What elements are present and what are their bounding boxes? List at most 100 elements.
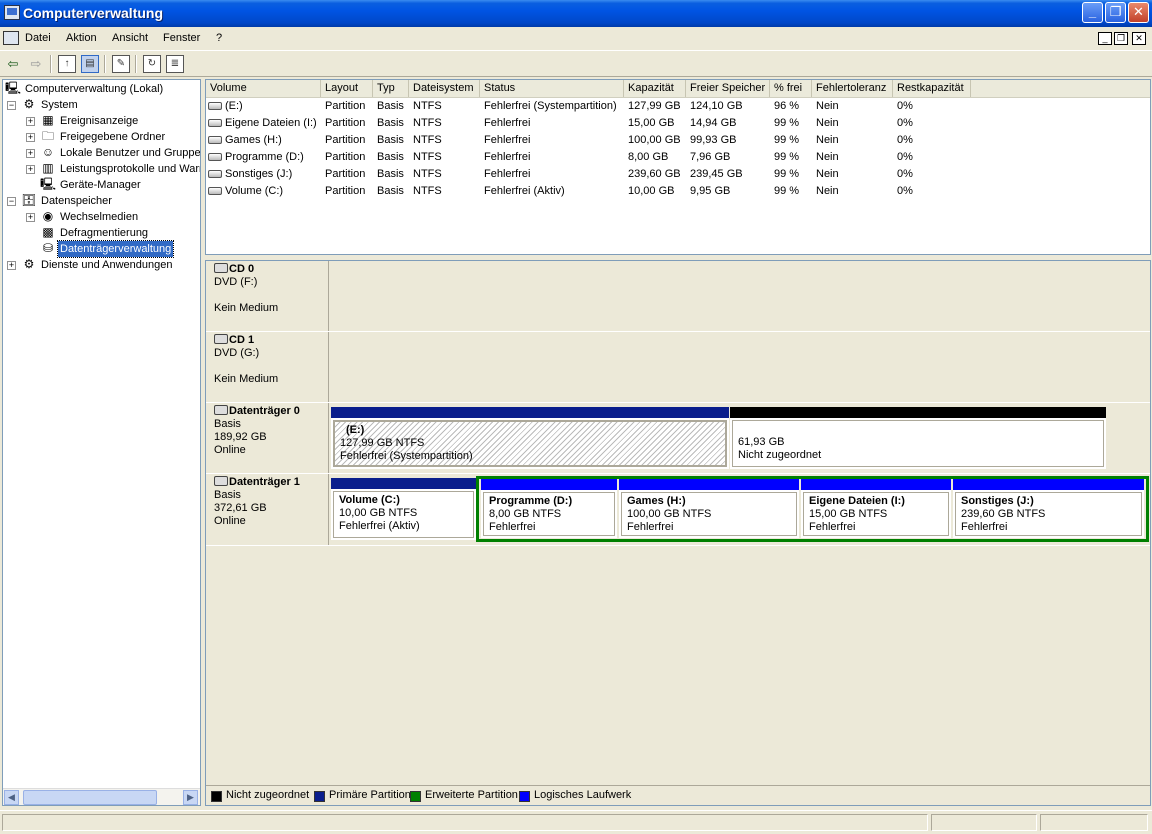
disk-label-cd0[interactable]: CD 0 DVD (F:) Kein Medium <box>206 261 329 331</box>
table-row[interactable]: (E:) Partition Basis NTFS Fehlerfrei (System… <box>206 98 1150 115</box>
menu-aktion[interactable]: Aktion <box>66 32 97 44</box>
column-header[interactable]: Status <box>480 80 624 97</box>
partition-i[interactable]: Eigene Dateien (I:) 15,00 GB NTFS Fehler… <box>801 479 951 538</box>
disk-info-line: Kein Medium <box>214 373 279 385</box>
expand-icon[interactable]: + <box>26 149 35 158</box>
disk-label-cd1[interactable]: CD 1 DVD (G:) Kein Medium <box>206 332 329 402</box>
column-header[interactable]: Restkapazität <box>893 80 971 97</box>
partition-e[interactable]: (E:) 127,99 GB NTFS Fehlerfrei (Systempa… <box>331 407 729 469</box>
expand-icon[interactable]: + <box>7 261 16 270</box>
column-header[interactable]: % frei <box>770 80 812 97</box>
disk-name: Datenträger 1 <box>229 476 300 488</box>
refresh-icon[interactable]: ↻ <box>143 55 161 73</box>
expand-icon[interactable]: + <box>26 117 35 126</box>
table-cell: Basis <box>377 168 404 180</box>
table-row[interactable]: Eigene Dateien (I:) Partition Basis NTFS Feh… <box>206 115 1150 132</box>
toolbar: ⇦ ⇨ ↑ ▤ ✎ ↻ ≣ <box>0 52 1152 77</box>
expand-icon[interactable]: + <box>26 165 35 174</box>
menu-ansicht[interactable]: Ansicht <box>112 32 148 44</box>
disk-row-disk1[interactable]: Datenträger 1 Basis 372,61 GB Online Vol… <box>206 474 1150 546</box>
table-cell: Partition <box>325 168 366 180</box>
disk-label-disk1[interactable]: Datenträger 1 Basis 372,61 GB Online <box>206 474 329 545</box>
disk-info-line: Kein Medium <box>214 302 279 314</box>
up-folder-icon[interactable]: ↑ <box>58 55 76 73</box>
column-header[interactable]: Dateisystem <box>409 80 480 97</box>
child-minimize-button[interactable]: _ <box>1098 32 1112 45</box>
child-restore-button[interactable]: ❐ <box>1114 32 1128 45</box>
volume-cell: (E:) <box>208 98 319 115</box>
partition-status: Fehlerfrei (Systempartition) <box>340 450 473 462</box>
title-bar[interactable]: Computerverwaltung _ ❐ ✕ <box>0 0 1152 27</box>
partition-j[interactable]: Sonstiges (J:) 239,60 GB NTFS Fehlerfrei <box>953 479 1144 538</box>
disk-info-line: DVD (G:) <box>214 347 260 359</box>
table-cell: Partition <box>325 134 366 146</box>
legend-swatch-unallocated <box>211 791 222 802</box>
disk-name: CD 1 <box>229 334 255 346</box>
scrollbar-thumb[interactable] <box>23 790 157 805</box>
collapse-icon[interactable]: − <box>7 101 16 110</box>
minimize-button[interactable]: _ <box>1082 2 1103 23</box>
column-header[interactable]: Layout <box>321 80 373 97</box>
shared-folder-icon: 🗀 <box>41 129 54 143</box>
disk-row-disk0[interactable]: Datenträger 0 Basis 189,92 GB Online (E:… <box>206 403 1150 474</box>
table-cell: 0% <box>897 151 913 163</box>
table-cell: Fehlerfrei (Systempartition) <box>484 100 617 112</box>
column-header[interactable]: Volume <box>206 80 321 97</box>
table-row[interactable]: Programme (D:) Partition Basis NTFS Fehlerfr… <box>206 149 1150 166</box>
disk-label-disk0[interactable]: Datenträger 0 Basis 189,92 GB Online <box>206 403 329 473</box>
partition-c[interactable]: Volume (C:) 10,00 GB NTFS Fehlerfrei (Ak… <box>331 478 476 540</box>
column-header[interactable]: Freier Speicher <box>686 80 770 97</box>
table-cell: Nein <box>816 168 839 180</box>
unallocated-space[interactable]: 61,93 GB Nicht zugeordnet <box>730 407 1106 469</box>
properties-icon[interactable]: ✎ <box>112 55 130 73</box>
export-list-icon[interactable]: ≣ <box>166 55 184 73</box>
menu-help[interactable]: ? <box>216 32 222 44</box>
forward-arrow-icon[interactable]: ⇨ <box>27 55 45 73</box>
collapse-icon[interactable]: − <box>7 197 16 206</box>
cd-drive-icon <box>214 334 228 344</box>
computer-icon: 🖳 <box>5 81 22 95</box>
table-cell: 127,99 GB <box>628 100 681 112</box>
column-header[interactable]: Fehlertoleranz <box>812 80 893 97</box>
table-cell: 124,10 GB <box>690 100 743 112</box>
scroll-right-icon[interactable]: ▶ <box>183 790 198 805</box>
disk-name: CD 0 <box>229 263 255 275</box>
table-cell: Fehlerfrei <box>484 168 531 180</box>
document-window-icon[interactable] <box>3 31 19 45</box>
back-arrow-icon[interactable]: ⇦ <box>4 55 22 73</box>
table-cell: Partition <box>325 151 366 163</box>
table-cell: NTFS <box>413 151 442 163</box>
volume-cell: Sonstiges (J:) <box>208 166 319 183</box>
menu-datei[interactable]: Datei <box>25 32 51 44</box>
table-cell: 0% <box>897 168 913 180</box>
column-header[interactable]: Typ <box>373 80 409 97</box>
table-row[interactable]: Volume (C:) Partition Basis NTFS Fehlerfrei … <box>206 183 1150 200</box>
close-button[interactable]: ✕ <box>1128 2 1149 23</box>
table-cell: NTFS <box>413 100 442 112</box>
event-viewer-icon: ▦ <box>42 113 54 127</box>
disk-row-cd1[interactable]: CD 1 DVD (G:) Kein Medium <box>206 332 1150 403</box>
disk-info-line: 189,92 GB <box>214 431 267 443</box>
legend-swatch-primary <box>314 791 325 802</box>
partition-status: Fehlerfrei <box>961 521 1008 533</box>
volume-name: Programme (D:) <box>225 151 304 163</box>
menu-fenster[interactable]: Fenster <box>163 32 200 44</box>
table-row[interactable]: Games (H:) Partition Basis NTFS Fehlerfrei 10… <box>206 132 1150 149</box>
expand-icon[interactable]: + <box>26 133 35 142</box>
disk-row-cd0[interactable]: CD 0 DVD (F:) Kein Medium <box>206 261 1150 332</box>
column-header[interactable]: Kapazität <box>624 80 686 97</box>
toolbar-separator <box>104 55 106 73</box>
scroll-left-icon[interactable]: ◀ <box>4 790 19 805</box>
child-close-button[interactable]: ✕ <box>1132 32 1146 45</box>
volume-name: (E:) <box>225 100 243 112</box>
partition-h[interactable]: Games (H:) 100,00 GB NTFS Fehlerfrei <box>619 479 799 538</box>
legend-swatch-extended <box>410 791 421 802</box>
show-tree-icon[interactable]: ▤ <box>81 55 99 73</box>
cd-drive-icon <box>214 263 228 273</box>
disk-info-line: Online <box>214 444 246 456</box>
restore-button[interactable]: ❐ <box>1105 2 1126 23</box>
table-row[interactable]: Sonstiges (J:) Partition Basis NTFS Fehlerfr… <box>206 166 1150 183</box>
expand-icon[interactable]: + <box>26 213 35 222</box>
partition-d[interactable]: Programme (D:) 8,00 GB NTFS Fehlerfrei <box>481 479 617 538</box>
tree-horizontal-scrollbar[interactable]: ◀ ▶ <box>3 788 200 805</box>
